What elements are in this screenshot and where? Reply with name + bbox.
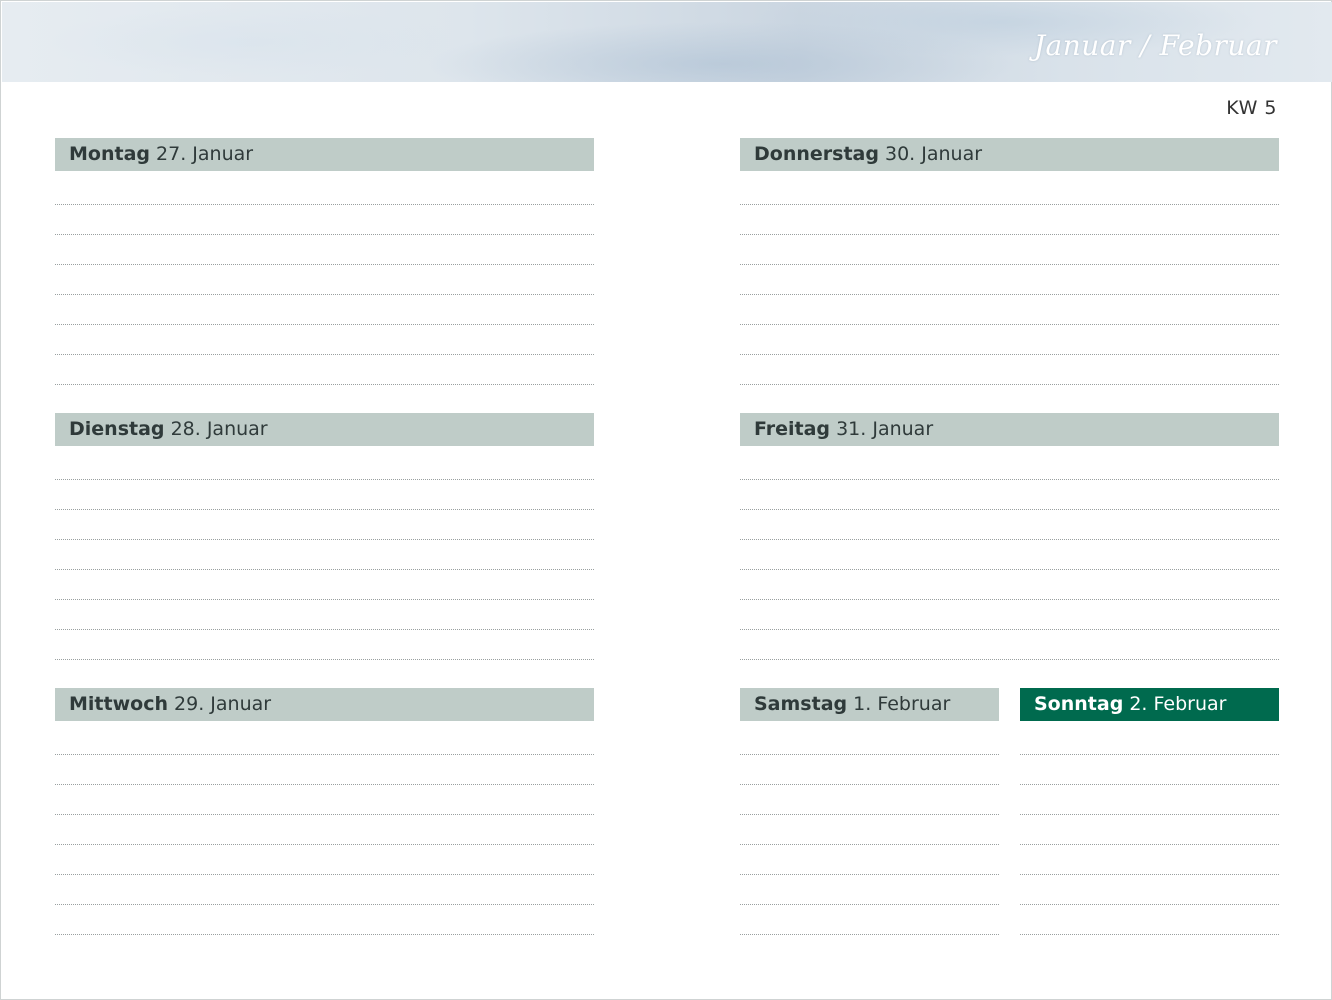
day-header-dienstag: Dienstag 28. Januar	[55, 413, 594, 446]
dotted-line	[1020, 785, 1279, 815]
day-block-sonntag: Sonntag 2. Februar	[1020, 688, 1279, 935]
note-lines[interactable]	[55, 721, 594, 935]
note-lines[interactable]	[55, 171, 594, 385]
dotted-line	[55, 785, 594, 815]
dotted-line	[55, 295, 594, 325]
dotted-line	[55, 905, 594, 935]
date-label: 1. Februar	[853, 693, 951, 715]
note-lines[interactable]	[1020, 721, 1279, 935]
dotted-line	[55, 815, 594, 845]
date-label: 28. Januar	[170, 418, 268, 440]
dotted-line	[740, 570, 1279, 600]
note-lines[interactable]	[740, 721, 999, 935]
day-header-mittwoch: Mittwoch 29. Januar	[55, 688, 594, 721]
dotted-line	[55, 721, 594, 755]
dotted-line	[55, 510, 594, 540]
dotted-line	[55, 845, 594, 875]
dotted-line	[740, 721, 999, 755]
day-header-montag: Montag 27. Januar	[55, 138, 594, 171]
day-header-donnerstag: Donnerstag 30. Januar	[740, 138, 1279, 171]
day-block-donnerstag: Donnerstag 30. Januar	[740, 138, 1279, 385]
dotted-line	[55, 480, 594, 510]
dotted-line	[1020, 845, 1279, 875]
day-block-dienstag: Dienstag 28. Januar	[55, 413, 594, 660]
dotted-line	[55, 540, 594, 570]
dotted-line	[55, 325, 594, 355]
dotted-line	[55, 171, 594, 205]
dotted-line	[740, 325, 1279, 355]
dotted-line	[740, 600, 1279, 630]
note-lines[interactable]	[740, 171, 1279, 385]
dotted-line	[1020, 755, 1279, 785]
day-block-samstag: Samstag 1. Februar	[740, 688, 999, 935]
dotted-line	[740, 755, 999, 785]
page-title: Januar / Februar	[1033, 29, 1277, 62]
dotted-line	[740, 540, 1279, 570]
dotted-line	[740, 295, 1279, 325]
dotted-line	[740, 875, 999, 905]
dotted-line	[740, 845, 999, 875]
note-lines[interactable]	[55, 446, 594, 660]
dotted-line	[1020, 815, 1279, 845]
date-label: 27. Januar	[156, 143, 254, 165]
dotted-line	[740, 815, 999, 845]
dotted-line	[55, 265, 594, 295]
dotted-line	[55, 600, 594, 630]
dotted-line	[740, 785, 999, 815]
dotted-line	[55, 755, 594, 785]
note-lines[interactable]	[740, 446, 1279, 660]
dotted-line	[55, 570, 594, 600]
dotted-line	[740, 355, 1279, 385]
day-header-sonntag: Sonntag 2. Februar	[1020, 688, 1279, 721]
dotted-line	[55, 205, 594, 235]
dotted-line	[740, 265, 1279, 295]
dotted-line	[740, 446, 1279, 480]
day-block-freitag: Freitag 31. Januar	[740, 413, 1279, 660]
weekday-label: Freitag	[754, 418, 831, 440]
dotted-line	[1020, 721, 1279, 755]
weekday-label: Dienstag	[69, 418, 165, 440]
dotted-line	[740, 480, 1279, 510]
day-header-freitag: Freitag 31. Januar	[740, 413, 1279, 446]
dotted-line	[55, 875, 594, 905]
date-label: 29. Januar	[174, 693, 272, 715]
dotted-line	[55, 446, 594, 480]
dotted-line	[740, 905, 999, 935]
weekday-label: Samstag	[754, 693, 848, 715]
date-label: 2. Februar	[1129, 693, 1227, 715]
day-header-samstag: Samstag 1. Februar	[740, 688, 999, 721]
date-label: 30. Januar	[885, 143, 983, 165]
dotted-line	[55, 630, 594, 660]
dotted-line	[740, 510, 1279, 540]
dotted-line	[55, 235, 594, 265]
dotted-line	[740, 171, 1279, 205]
weekday-label: Sonntag	[1034, 693, 1124, 715]
dotted-line	[740, 205, 1279, 235]
week-label: KW 5	[1226, 97, 1277, 119]
dotted-line	[1020, 875, 1279, 905]
day-block-mittwoch: Mittwoch 29. Januar	[55, 688, 594, 935]
date-label: 31. Januar	[836, 418, 934, 440]
dotted-line	[55, 355, 594, 385]
dotted-line	[740, 630, 1279, 660]
dotted-line	[1020, 905, 1279, 935]
dotted-line	[740, 235, 1279, 265]
weekday-label: Mittwoch	[69, 693, 168, 715]
weekday-label: Montag	[69, 143, 150, 165]
day-block-montag: Montag 27. Januar	[55, 138, 594, 385]
weekday-label: Donnerstag	[754, 143, 879, 165]
